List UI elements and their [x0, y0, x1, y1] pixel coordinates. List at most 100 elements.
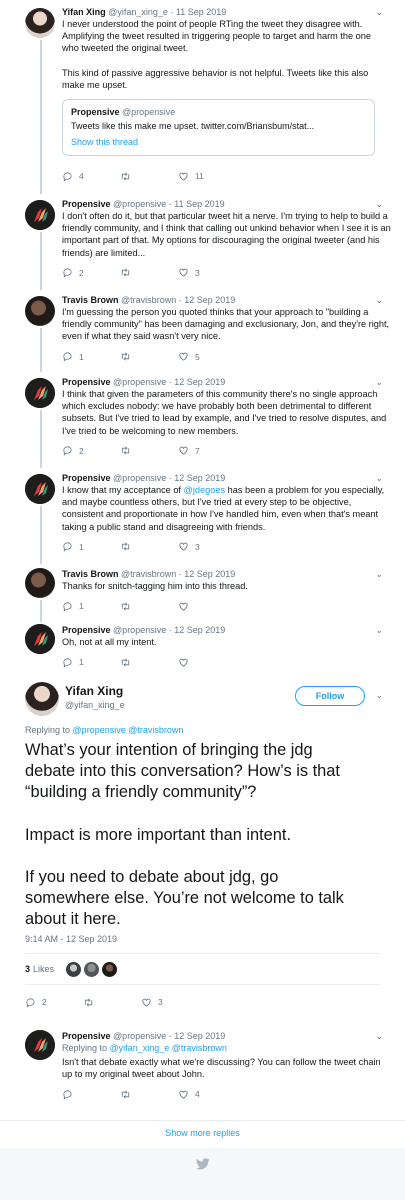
tweet-date[interactable]: 12 Sep 2019 [174, 625, 225, 635]
mention-link[interactable]: @travisbrown [128, 725, 183, 735]
timestamp[interactable]: 9:14 AM - 12 Sep 2019 [25, 934, 117, 944]
like-button[interactable]: 4 [178, 1089, 236, 1100]
author-handle[interactable]: @propensive [113, 377, 166, 387]
author-name[interactable]: Propensive [62, 199, 111, 209]
avatar[interactable] [25, 624, 55, 654]
chevron-down-icon[interactable]: ⌄ [375, 295, 383, 306]
like-button[interactable] [178, 657, 236, 668]
quoted-tweet[interactable]: Propensive @propensive Tweets like this … [62, 99, 375, 157]
author-handle[interactable]: @propensive [113, 625, 166, 635]
tweet-date[interactable]: 12 Sep 2019 [174, 1031, 225, 1041]
chevron-down-icon[interactable]: ⌄ [375, 1031, 383, 1042]
avatar[interactable] [25, 1030, 55, 1060]
chevron-down-icon[interactable]: ⌄ [375, 569, 383, 580]
like-button[interactable]: 3 [141, 997, 199, 1008]
tweet-date[interactable]: 12 Sep 2019 [174, 473, 225, 483]
retweet-button[interactable] [120, 267, 178, 278]
retweet-button[interactable] [120, 351, 178, 362]
retweet-button[interactable] [120, 601, 178, 612]
avatar[interactable] [25, 296, 55, 326]
like-button[interactable] [178, 601, 236, 612]
reply-button[interactable]: 1 [62, 657, 120, 668]
reply-button[interactable]: 1 [62, 351, 120, 362]
avatar[interactable] [25, 682, 59, 716]
mention-link[interactable]: @propensive [73, 725, 126, 735]
chevron-down-icon[interactable]: ⌄ [375, 377, 383, 388]
retweet-button[interactable] [120, 541, 178, 552]
tweet-date[interactable]: 12 Sep 2019 [184, 295, 235, 305]
tweet[interactable]: ⌄ Travis Brown @travisbrown · 12 Sep 201… [0, 282, 405, 372]
tweet[interactable]: ⌄ Propensive @propensive · 12 Sep 2019 I… [0, 460, 405, 562]
avatar[interactable] [84, 961, 100, 977]
retweet-icon [121, 446, 130, 455]
author-handle[interactable]: @travisbrown [121, 295, 176, 305]
like-button[interactable]: 3 [178, 541, 236, 552]
likes-summary[interactable]: 3 Likes [25, 960, 120, 978]
reply-button[interactable]: 2 [62, 445, 120, 456]
like-button[interactable]: 7 [178, 445, 236, 456]
avatar[interactable] [25, 200, 55, 230]
reply-button[interactable]: 1 [62, 541, 120, 552]
author-name[interactable]: Travis Brown [62, 569, 119, 579]
reply-button[interactable]: 4 [62, 171, 120, 182]
chevron-down-icon[interactable]: ⌄ [375, 625, 383, 636]
avatar[interactable] [25, 378, 55, 408]
tweet[interactable]: ⌄ Travis Brown @travisbrown · 12 Sep 201… [0, 556, 405, 622]
like-button[interactable]: 11 [178, 171, 236, 182]
like-button[interactable]: 5 [178, 351, 236, 362]
chevron-down-icon[interactable]: ⌄ [375, 473, 383, 484]
reply-icon [63, 171, 72, 181]
reply-button[interactable]: 2 [25, 997, 83, 1008]
retweet-button[interactable] [120, 445, 178, 456]
author-name[interactable]: Travis Brown [62, 295, 119, 305]
tweet[interactable]: ⌄ Propensive @propensive · 12 Sep 2019 R… [0, 1024, 405, 1099]
author-name[interactable]: Yifan Xing [65, 684, 123, 698]
tweet-date[interactable]: 11 Sep 2019 [174, 199, 224, 209]
author-name[interactable]: Propensive [62, 1031, 111, 1041]
like-button[interactable]: 3 [178, 267, 236, 278]
avatar[interactable] [66, 961, 82, 977]
mention-link[interactable]: @yifan_xing_e [110, 1043, 170, 1053]
author-name[interactable]: Propensive [62, 625, 111, 635]
author-name[interactable]: Propensive [62, 473, 111, 483]
retweet-button[interactable] [120, 657, 178, 668]
chevron-down-icon[interactable]: ⌄ [375, 199, 383, 210]
chevron-down-icon[interactable]: ⌄ [375, 690, 383, 701]
avatar[interactable] [25, 568, 55, 598]
show-more-replies-button[interactable]: Show more replies [0, 1120, 405, 1144]
tweet-date[interactable]: 12 Sep 2019 [184, 569, 235, 579]
tweet[interactable]: ⌄ Propensive @propensive · 12 Sep 2019 O… [0, 612, 405, 674]
tweet-date[interactable]: 12 Sep 2019 [174, 377, 225, 387]
reply-button[interactable]: 1 [62, 601, 120, 612]
tweet-actions: 2 3 [62, 263, 395, 283]
mention-link[interactable]: @jdegoes [184, 485, 226, 495]
author-name[interactable]: Propensive [62, 377, 111, 387]
author-handle[interactable]: @propensive [113, 199, 166, 209]
retweet-button[interactable] [83, 997, 141, 1008]
mention-link[interactable]: @travisbrown [172, 1043, 227, 1053]
reply-button[interactable]: 2 [62, 267, 120, 278]
author-handle[interactable]: @yifan_xing_e [108, 7, 168, 17]
author-name[interactable]: Yifan Xing [62, 7, 106, 17]
reply-button[interactable] [62, 1089, 120, 1100]
avatar[interactable] [25, 8, 55, 38]
tweet-actions: 4 [62, 1084, 395, 1104]
author-handle[interactable]: @yifan_xing_e [65, 700, 125, 710]
tweet-date[interactable]: 11 Sep 2019 [176, 7, 226, 17]
tweet-header: Travis Brown @travisbrown · 12 Sep 2019 [62, 295, 236, 305]
avatar[interactable] [25, 474, 55, 504]
retweet-button[interactable] [120, 171, 178, 182]
avatar[interactable] [102, 961, 118, 977]
tweet[interactable]: ⌄ Propensive @propensive · 12 Sep 2019 I… [0, 364, 405, 466]
author-handle[interactable]: @propensive [113, 1031, 166, 1041]
follow-button[interactable]: Follow [295, 686, 365, 706]
reply-icon [63, 602, 72, 612]
tweet[interactable]: ⌄ Propensive @propensive · 11 Sep 2019 I… [0, 186, 405, 288]
author-handle[interactable]: @propensive [113, 473, 166, 483]
tweet[interactable]: ⌄ Yifan Xing @yifan_xing_e · 11 Sep 2019… [0, 0, 405, 186]
tweet-text: I know that my acceptance of @jdegoes ha… [62, 485, 385, 532]
chevron-down-icon[interactable]: ⌄ [375, 7, 383, 18]
retweet-button[interactable] [120, 1089, 178, 1100]
show-thread-link[interactable]: Show this thread [71, 137, 366, 147]
author-handle[interactable]: @travisbrown [121, 569, 176, 579]
